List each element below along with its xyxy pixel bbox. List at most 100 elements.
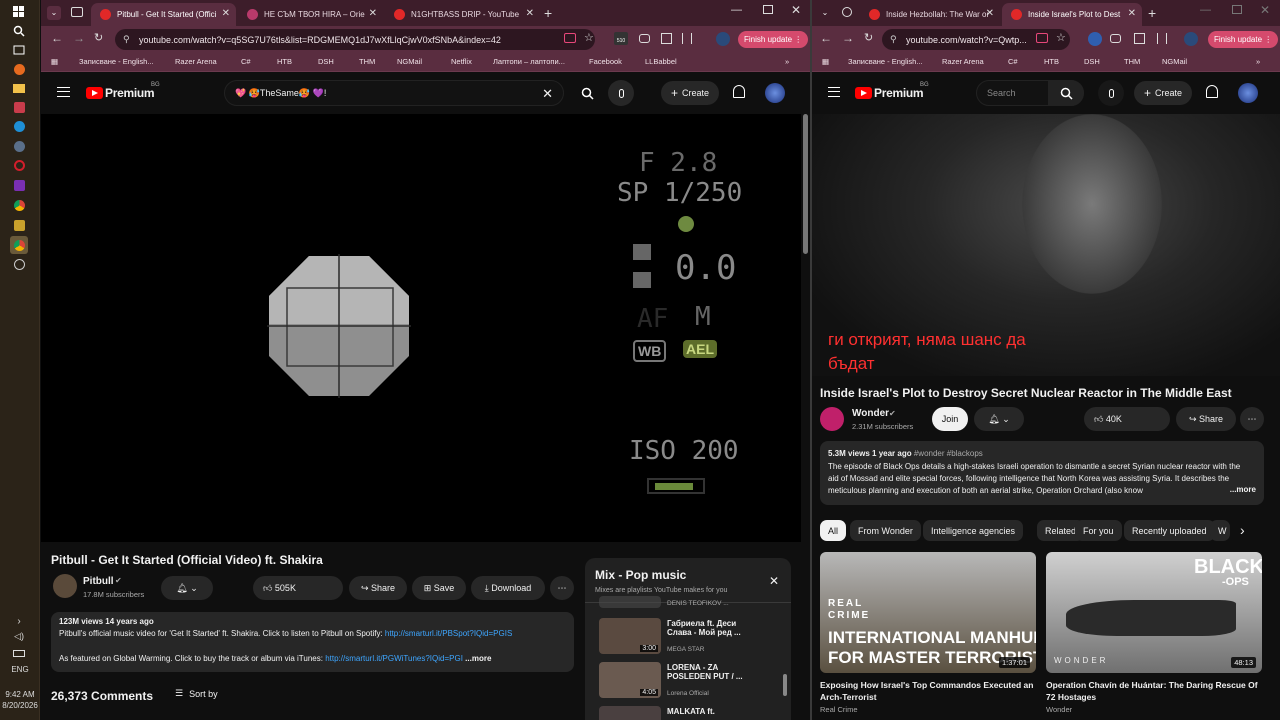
- mix-item-3[interactable]: 4:05 LORENA - ZA POSLEDEN PUT / ... Lorena…: [599, 662, 789, 702]
- close-window-icon[interactable]: ✕: [791, 3, 801, 17]
- tab-actions-icon[interactable]: [71, 7, 83, 17]
- site-info-icon[interactable]: ⚲: [123, 34, 130, 45]
- file-explorer-icon[interactable]: [10, 79, 28, 97]
- new-tab-icon[interactable]: +: [1148, 5, 1156, 21]
- clock-time[interactable]: 9:42 AM: [0, 690, 40, 699]
- apps-grid-icon[interactable]: ▦: [51, 57, 58, 66]
- save-button[interactable]: ⊞ Save: [412, 576, 466, 600]
- spotify-link[interactable]: http://smarturl.it/PBSpot?IQid=PGIS: [385, 629, 512, 638]
- profile-avatar[interactable]: [716, 32, 730, 46]
- back-icon[interactable]: ←: [51, 31, 63, 45]
- search-button[interactable]: [1048, 80, 1084, 106]
- extensions-puzzle-icon[interactable]: [661, 33, 672, 44]
- menu-icon[interactable]: [828, 87, 840, 97]
- subscribe-bell-button[interactable]: 🔔︎ ⌄: [974, 407, 1024, 431]
- bookmark-9[interactable]: Лаптопи – лаптопи...: [493, 57, 565, 66]
- search-button[interactable]: [569, 80, 605, 106]
- new-tab-icon[interactable]: +: [544, 5, 552, 21]
- bookmark-4[interactable]: НТВ: [1044, 57, 1059, 66]
- finish-update-button[interactable]: Finish update ⋮: [738, 31, 809, 48]
- edge-icon[interactable]: [10, 117, 28, 135]
- reload-icon[interactable]: ↻: [864, 31, 873, 44]
- mix-item-4[interactable]: MALKATA ft.: [599, 706, 789, 720]
- app-icon-red[interactable]: [10, 98, 28, 116]
- channel-avatar[interactable]: [820, 407, 844, 431]
- extension-gamepad-icon[interactable]: [1110, 34, 1121, 43]
- chip-intelligence-agencies[interactable]: Intelligence agencies: [923, 520, 1024, 541]
- more-bookmarks-icon[interactable]: »: [1256, 57, 1260, 66]
- chip-all[interactable]: All: [820, 520, 847, 541]
- account-avatar[interactable]: [1238, 83, 1258, 103]
- close-tab-icon[interactable]: ✕: [222, 8, 230, 19]
- forward-icon[interactable]: →: [73, 31, 85, 45]
- bookmark-7[interactable]: NGMail: [1162, 57, 1187, 66]
- task-view-icon[interactable]: [10, 41, 28, 59]
- close-tab-icon[interactable]: ✕: [1128, 8, 1136, 19]
- video-thumbnail-2[interactable]: BLACK -OPS WONDER 48:13: [1046, 552, 1262, 673]
- show-more-link[interactable]: ...more: [1229, 485, 1256, 494]
- logo-text[interactable]: Premium: [874, 86, 924, 100]
- video-card-title-1[interactable]: Exposing How Israel's Top Commandos Exec…: [820, 679, 1036, 703]
- like-button[interactable]: 👍︎ 40K: [1084, 407, 1170, 431]
- chips-next-chevron-icon[interactable]: ›: [1240, 522, 1245, 538]
- tab-hira[interactable]: НЕ СЪМ ТВОЯ HIRA – Orie ✕: [238, 3, 383, 26]
- sort-by-button[interactable]: ☰ Sort by: [175, 688, 218, 699]
- keyboard-icon[interactable]: [10, 644, 28, 662]
- site-info-icon[interactable]: ⚲: [890, 34, 897, 45]
- volume-icon[interactable]: ◁): [10, 627, 28, 645]
- side-panel-icon[interactable]: [1157, 33, 1167, 44]
- channel-avatar[interactable]: [53, 574, 77, 598]
- close-tab-icon[interactable]: ✕: [526, 8, 534, 19]
- video-card-channel-1[interactable]: Real Crime: [820, 705, 858, 714]
- bookmark-4[interactable]: НТВ: [277, 57, 292, 66]
- side-panel-icon[interactable]: [682, 33, 692, 44]
- apps-grid-icon[interactable]: ▦: [822, 57, 829, 66]
- more-bookmarks-icon[interactable]: »: [785, 57, 789, 66]
- channel-name[interactable]: Pitbull: [83, 576, 114, 587]
- more-actions-button[interactable]: ⋯: [550, 576, 574, 600]
- bookmark-10[interactable]: Facebook: [589, 57, 622, 66]
- share-button[interactable]: ↪ Share: [349, 576, 407, 600]
- app-icon-steam[interactable]: [10, 137, 28, 155]
- reload-icon[interactable]: ↻: [94, 31, 103, 44]
- menu-icon[interactable]: [57, 87, 70, 97]
- youtube-logo-icon[interactable]: [86, 87, 103, 99]
- language-indicator[interactable]: ENG: [0, 665, 40, 674]
- minimize-icon[interactable]: —: [1200, 4, 1211, 16]
- search-input[interactable]: 💖 🥵TheSame🥵 💜! ✕: [224, 80, 564, 106]
- description-box[interactable]: 5.3M views 1 year ago #wonder #blackops …: [820, 441, 1264, 505]
- back-icon[interactable]: ←: [820, 31, 832, 45]
- notifications-bell-icon[interactable]: [1206, 85, 1218, 98]
- extension-gamepad-icon[interactable]: [639, 34, 650, 43]
- clock-date[interactable]: 8/20/2026: [0, 701, 40, 710]
- close-window-icon[interactable]: ✕: [1260, 3, 1270, 17]
- account-avatar[interactable]: [765, 83, 785, 103]
- page-scrollbar[interactable]: [803, 114, 808, 254]
- create-button[interactable]: + Create: [1134, 81, 1193, 105]
- close-mix-icon[interactable]: ✕: [769, 574, 779, 588]
- download-button[interactable]: ⤓ Download: [471, 576, 545, 600]
- profile-avatar[interactable]: [1184, 32, 1198, 46]
- tab-israel-plot[interactable]: Inside Israel's Plot to Dest ✕: [1002, 3, 1142, 26]
- close-tab-icon[interactable]: ✕: [986, 8, 994, 19]
- video-player[interactable]: F 2.8 SP 1/250 0.0 AF M WB AEL ISO 200: [41, 114, 801, 542]
- bookmark-3[interactable]: C#: [241, 57, 251, 66]
- more-actions-button[interactable]: ⋯: [1240, 407, 1264, 431]
- bookmark-6[interactable]: THM: [1124, 57, 1140, 66]
- tab-hezbollah[interactable]: Inside Hezbollah: The War or ✕: [860, 3, 1000, 26]
- maximize-icon[interactable]: [1232, 5, 1242, 14]
- voice-search-button[interactable]: [1098, 80, 1124, 106]
- youtube-logo-icon[interactable]: [855, 87, 872, 99]
- chrome-icon[interactable]: [10, 196, 28, 214]
- picture-in-picture-icon[interactable]: [564, 33, 576, 43]
- bookmark-8[interactable]: Netflix: [451, 57, 472, 66]
- clear-search-icon[interactable]: ✕: [542, 86, 553, 102]
- bookmark-star-icon[interactable]: ☆: [1056, 31, 1066, 44]
- create-button[interactable]: + Create: [661, 81, 720, 105]
- channel-name[interactable]: Wonder: [852, 408, 889, 419]
- share-button[interactable]: ↪ Share: [1176, 407, 1236, 431]
- firefox-icon[interactable]: [10, 60, 28, 78]
- tab-actions-icon[interactable]: [842, 7, 852, 17]
- bookmark-6[interactable]: THM: [359, 57, 375, 66]
- minimize-icon[interactable]: —: [731, 4, 742, 16]
